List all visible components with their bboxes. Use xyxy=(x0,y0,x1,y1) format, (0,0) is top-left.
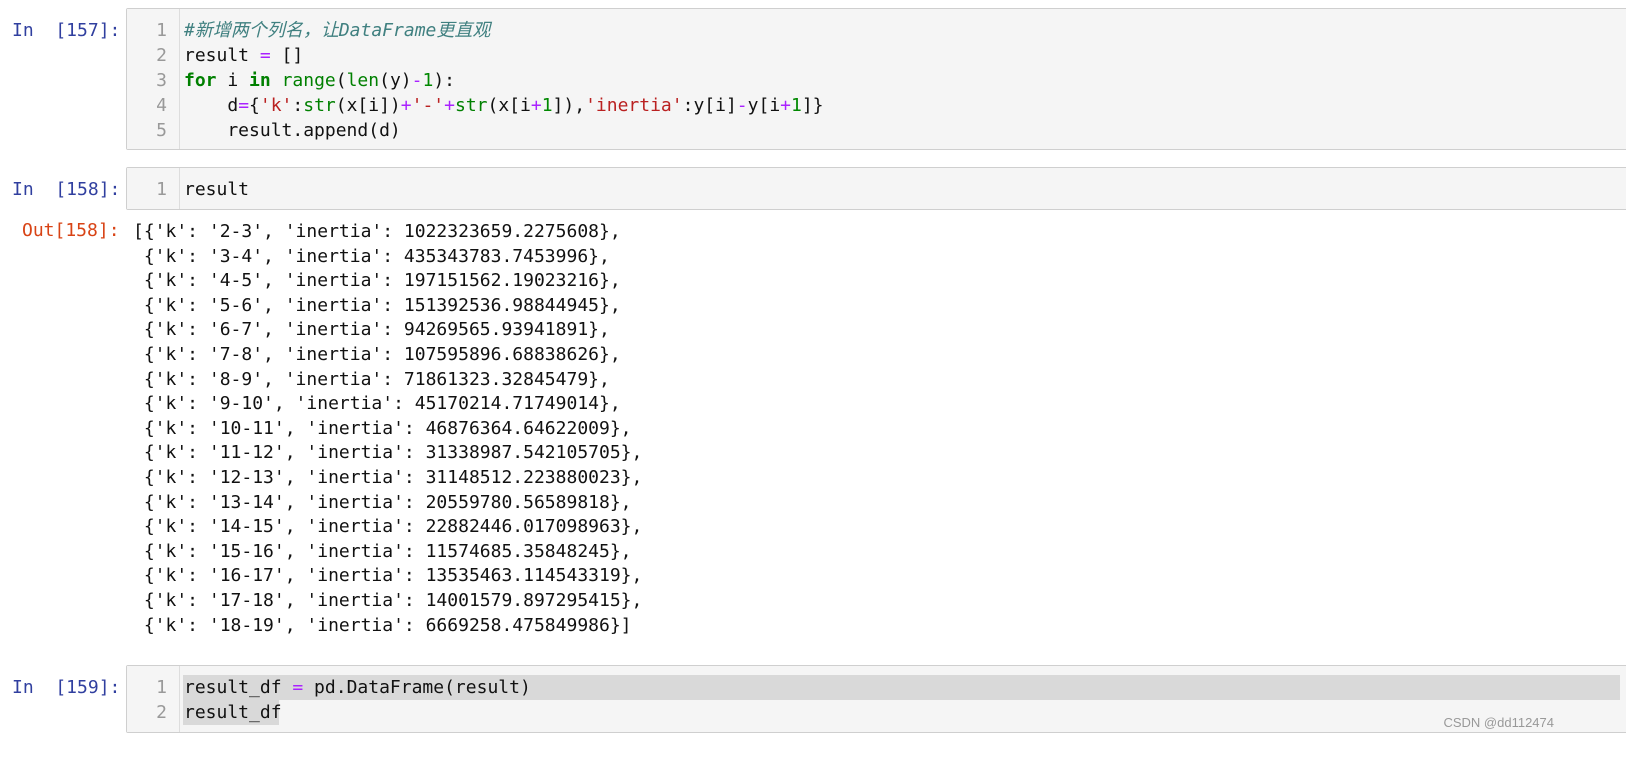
output-line: {'k': '16-17', 'inertia': 13535463.11454… xyxy=(133,565,643,587)
code-token: (x[i]) xyxy=(335,95,401,116)
code-token: len xyxy=(346,70,380,91)
code-line: 2 result = [] xyxy=(127,43,1626,68)
code-token: d xyxy=(184,95,239,116)
code-line: 3 for i in range(len(y)-1): xyxy=(127,68,1626,93)
output-line: {'k': '12-13', 'inertia': 31148512.22388… xyxy=(133,466,643,488)
code-token: for xyxy=(184,70,217,91)
code-token: - xyxy=(736,95,748,116)
code-text: for i in range(len(y)-1): xyxy=(184,68,1620,93)
line-number: 1 xyxy=(156,677,167,698)
line-number: 1 xyxy=(156,20,167,41)
code-token: 1 xyxy=(541,95,553,116)
code-editor[interactable]: 1 #新增两个列名，让DataFrame更直观 2 result = [] 3 for i… xyxy=(126,8,1626,150)
watermark-text: CSDN @dd112474 xyxy=(1443,715,1554,730)
code-text: result_df = pd.DataFrame(result) xyxy=(184,675,1620,700)
code-editor[interactable]: 1 result_df = pd.DataFrame(result) 2 result… xyxy=(126,665,1626,733)
code-token: ]), xyxy=(552,95,586,116)
code-token: + xyxy=(400,95,412,116)
code-token: = xyxy=(292,677,304,698)
code-line: 1 result_df = pd.DataFrame(result) xyxy=(127,675,1626,700)
output-line: {'k': '14-15', 'inertia': 22882446.01709… xyxy=(133,516,643,538)
output-line: {'k': '9-10', 'inertia': 45170214.717490… xyxy=(133,393,621,415)
output-line: {'k': '13-14', 'inertia': 20559780.56589… xyxy=(133,491,632,513)
code-token: = xyxy=(238,95,250,116)
input-prompt: In [157]: xyxy=(12,20,121,41)
code-token: result xyxy=(184,179,250,200)
output-line: {'k': '18-19', 'inertia': 6669258.475849… xyxy=(133,614,632,636)
input-prompt: In [158]: xyxy=(12,179,121,200)
output-line: [{'k': '2-3', 'inertia': 1022323659.2275… xyxy=(133,221,621,242)
code-line: 1 #新增两个列名，让DataFrame更直观 xyxy=(127,18,1626,43)
output-line: {'k': '10-11', 'inertia': 46876364.64622… xyxy=(133,417,632,439)
line-number: 2 xyxy=(156,702,167,723)
code-token: + xyxy=(530,95,542,116)
output-line: {'k': '8-9', 'inertia': 71861323.3284547… xyxy=(133,368,610,390)
code-line: 2 result_df xyxy=(127,700,1626,725)
output-line: {'k': '7-8', 'inertia': 107595896.688386… xyxy=(133,343,621,365)
line-number: 1 xyxy=(156,179,167,200)
input-prompt: In [159]: xyxy=(12,677,121,698)
code-editor[interactable]: 1 result xyxy=(126,167,1626,210)
output-prompt: Out[158]: xyxy=(22,220,120,241)
code-token: ]} xyxy=(801,95,824,116)
code-token: result_df xyxy=(184,702,282,723)
code-token: '-' xyxy=(411,95,445,116)
cell-output: [{'k': '2-3', 'inertia': 1022323659.2275… xyxy=(133,220,642,638)
output-line: {'k': '11-12', 'inertia': 31338987.54210… xyxy=(133,442,643,464)
code-token: str xyxy=(454,95,488,116)
output-line: {'k': '17-18', 'inertia': 14001579.89729… xyxy=(133,589,643,611)
code-token: = xyxy=(259,45,271,66)
code-token: i xyxy=(216,70,250,91)
code-token: str xyxy=(303,95,336,116)
code-token: result_df xyxy=(184,677,293,698)
code-token: result.append(d) xyxy=(184,120,401,141)
code-token: in xyxy=(249,70,271,91)
code-token: : xyxy=(292,95,304,116)
code-text: result xyxy=(184,177,1620,202)
code-line: 4 d={'k':str(x[i])+'-'+str(x[i+1]),'iner… xyxy=(127,93,1626,118)
code-token: #新增两个列名，让DataFrame更直观 xyxy=(184,20,491,41)
code-token: ): xyxy=(433,70,455,91)
code-line: 1 result xyxy=(127,177,1626,202)
code-token: pd.DataFrame(result) xyxy=(303,677,531,698)
output-line: {'k': '15-16', 'inertia': 11574685.35848… xyxy=(133,540,632,562)
output-line: {'k': '3-4', 'inertia': 435343783.745399… xyxy=(133,245,610,267)
line-number: 4 xyxy=(156,95,167,116)
code-token: + xyxy=(444,95,455,116)
code-token: :y[i] xyxy=(682,95,737,116)
code-lines: 1 result xyxy=(127,177,1626,202)
output-line: {'k': '4-5', 'inertia': 197151562.190232… xyxy=(133,270,621,292)
code-token: + xyxy=(780,95,791,116)
code-token: { xyxy=(249,95,260,116)
code-line: 5 result.append(d) xyxy=(127,118,1626,143)
output-line: {'k': '5-6', 'inertia': 151392536.988449… xyxy=(133,294,621,316)
code-text: result = [] xyxy=(184,43,1620,68)
code-token: result xyxy=(184,45,260,66)
code-token: 'k' xyxy=(259,95,293,116)
code-token: 1 xyxy=(791,95,802,116)
code-lines: 1 result_df = pd.DataFrame(result) 2 result… xyxy=(127,675,1626,725)
code-token: range xyxy=(281,70,336,91)
code-token: 'inertia' xyxy=(585,95,683,116)
code-text: d={'k':str(x[i])+'-'+str(x[i+1]),'inerti… xyxy=(184,93,1620,118)
code-text: #新增两个列名，让DataFrame更直观 xyxy=(184,18,1620,43)
code-token: (y) xyxy=(379,70,412,91)
code-token: (x[i xyxy=(487,95,531,116)
code-token: [] xyxy=(270,45,304,66)
code-token: ( xyxy=(335,70,347,91)
code-token: 1 xyxy=(422,70,434,91)
line-number: 3 xyxy=(156,70,167,91)
output-line: {'k': '6-7', 'inertia': 94269565.9394189… xyxy=(133,319,610,341)
code-token: - xyxy=(411,70,423,91)
code-token: y[i xyxy=(747,95,781,116)
line-number: 2 xyxy=(156,45,167,66)
code-text: result.append(d) xyxy=(184,118,1620,143)
line-number: 5 xyxy=(156,120,167,141)
code-lines: 1 #新增两个列名，让DataFrame更直观 2 result = [] 3 for i… xyxy=(127,18,1626,143)
code-text: result_df xyxy=(184,700,1620,725)
